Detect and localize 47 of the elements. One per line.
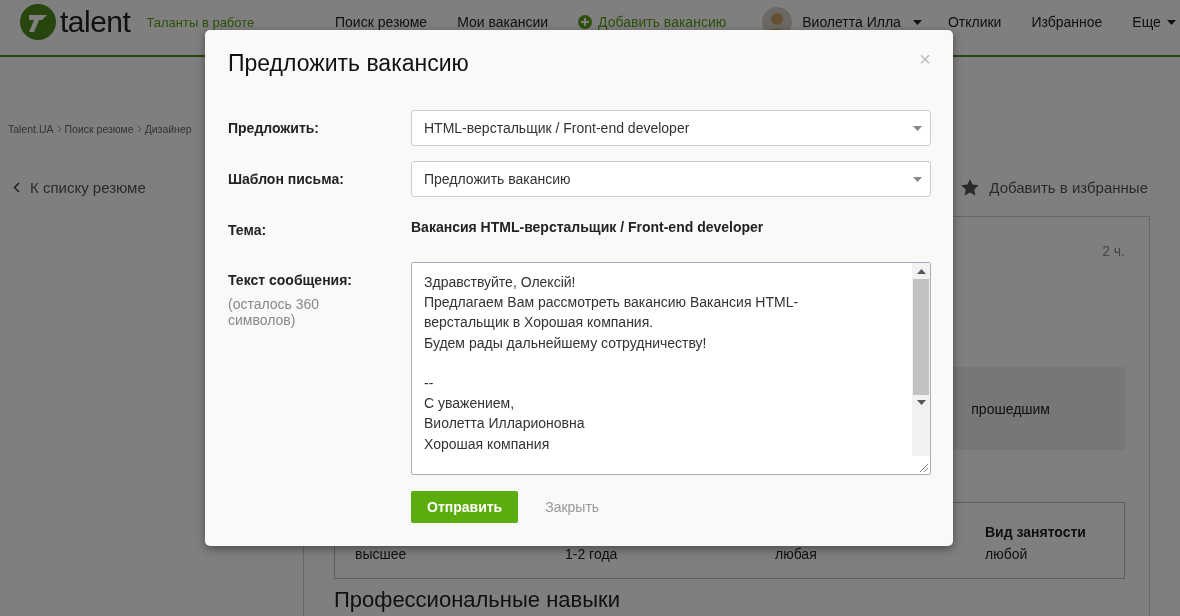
favorite-link[interactable]: Добавить в избранные <box>961 179 1148 196</box>
chevron-icon <box>56 125 62 133</box>
field-label: Тема: <box>228 221 268 238</box>
caret-icon <box>1166 19 1176 25</box>
chevron-icon <box>13 182 20 193</box>
breadcrumb-link[interactable]: Поиск резюме <box>64 123 134 135</box>
back-link[interactable]: К списку резюме <box>13 179 146 196</box>
nav-link[interactable]: Мои вакансии <box>457 14 549 30</box>
field-label: Предложить: <box>228 120 321 136</box>
logo-text: talent <box>60 5 131 39</box>
section-title: Профессиональные навыки <box>334 587 621 613</box>
field-label: Шаблон письма: <box>228 171 345 187</box>
caret-icon[interactable] <box>912 19 922 25</box>
add-vacancy-link[interactable]: Добавить вакансию <box>578 14 727 30</box>
nav-link[interactable]: Отклики <box>947 14 1002 30</box>
resize-grip-icon[interactable] <box>912 456 930 474</box>
table-cell-text: 1-2 года <box>565 546 619 562</box>
more-menu[interactable]: Еще <box>1132 14 1176 30</box>
send-button[interactable]: Отправить <box>411 491 519 523</box>
close-link[interactable]: Закрыть <box>539 498 606 516</box>
scroll-down-icon[interactable] <box>916 400 926 405</box>
table-cell-text: любой <box>985 546 1029 562</box>
caret-icon <box>913 125 922 131</box>
char-counter: (осталось 360 символов) <box>228 296 321 328</box>
breadcrumb-link[interactable]: Дизайнер <box>144 123 192 135</box>
message-field[interactable]: Здравствуйте, Олексій! Предлагаем Вам рассмотреть вакансию Вакансия HTML-верстальщик в Хорошая компания. Будем рады дальнейшему сотрудничеству! -- С уважением, Виолетта Илларионовна Хорошая компания <box>411 262 931 475</box>
nav-link[interactable]: Избранное <box>1031 14 1103 30</box>
nav-link[interactable]: Поиск резюме <box>335 14 428 30</box>
table-cell-text: высшее <box>355 546 408 562</box>
tagline: Таланты в работе <box>146 14 255 30</box>
select-field[interactable]: HTML-верстальщик / Front-end developer <box>411 110 931 146</box>
select-field[interactable]: Предложить вакансию <box>411 161 931 197</box>
dialog-title: Предложить вакансию <box>228 50 469 77</box>
notice-text: прошедшим <box>971 400 1050 417</box>
subject-text: Вакансия HTML-верстальщик / Front-end developer <box>411 219 764 235</box>
table-cell-text: любая <box>775 546 818 562</box>
scrollbar[interactable] <box>912 263 930 474</box>
user-menu[interactable]: Виолетта Илла <box>802 14 901 30</box>
time-label: 2 ч. <box>1102 243 1125 259</box>
breadcrumb-link[interactable]: Talent.UA <box>8 123 54 135</box>
chevron-icon <box>136 125 142 133</box>
scroll-up-icon[interactable] <box>916 269 926 274</box>
logo-icon <box>20 4 56 40</box>
caret-icon <box>913 176 922 182</box>
field-label: Текст сообщения: <box>228 272 354 288</box>
star-icon <box>961 179 980 196</box>
table-header: Вид занятости <box>985 524 1087 540</box>
